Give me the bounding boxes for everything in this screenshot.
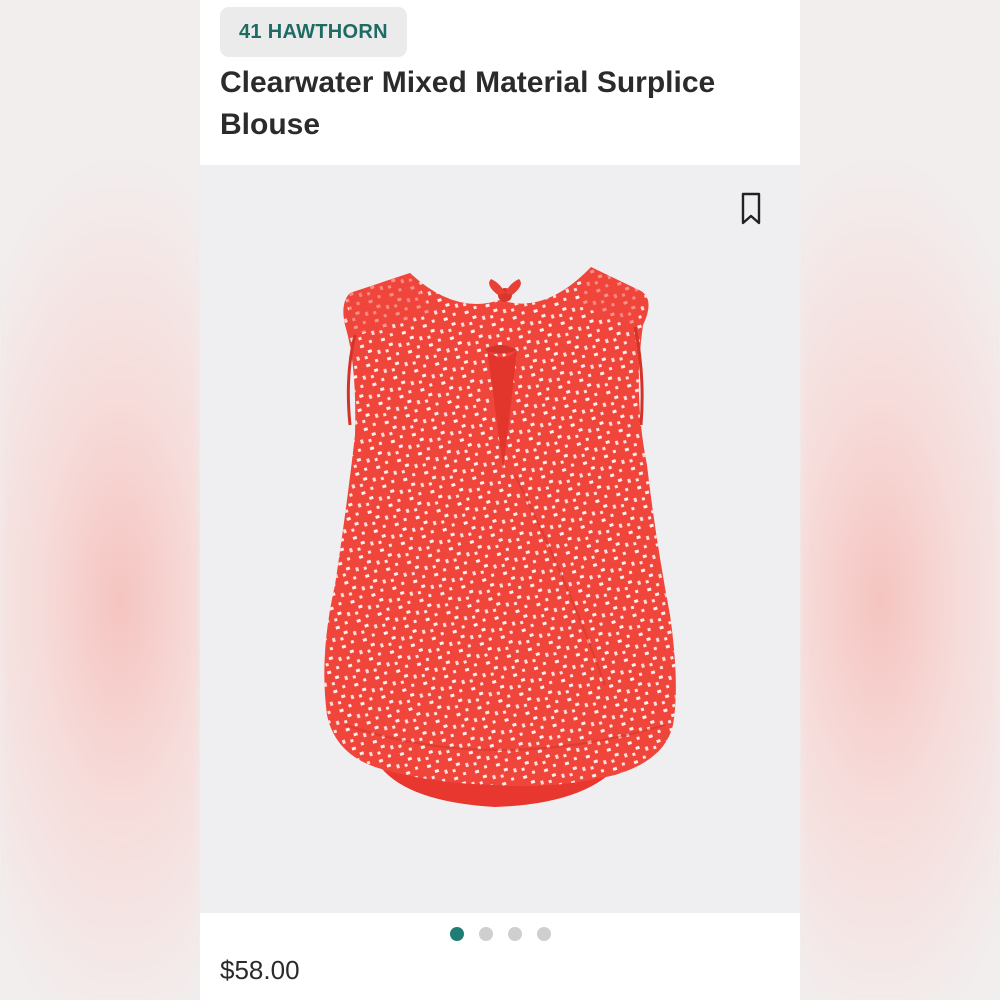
product-card: 41 HAWTHORN Clearwater Mixed Material Su… [200,0,800,1000]
pagination-dot-3[interactable] [507,927,522,941]
pagination-dot-4[interactable] [536,927,551,941]
left-blurred-backdrop [0,0,200,1000]
right-blurred-backdrop [800,0,1000,1000]
product-image-area[interactable] [200,165,800,913]
product-title: Clearwater Mixed Material Surplice Blous… [220,66,716,141]
brand-label: 41 HAWTHORN [239,20,388,43]
brand-chip[interactable]: 41 HAWTHORN [220,7,407,57]
product-price: $58.00 [220,955,300,985]
pagination-dot-1[interactable] [449,927,464,941]
bookmark-icon[interactable] [735,191,767,227]
pagination-dot-2[interactable] [478,927,493,941]
image-pagination [200,913,800,955]
sleeveless-blouse-image [324,267,676,807]
